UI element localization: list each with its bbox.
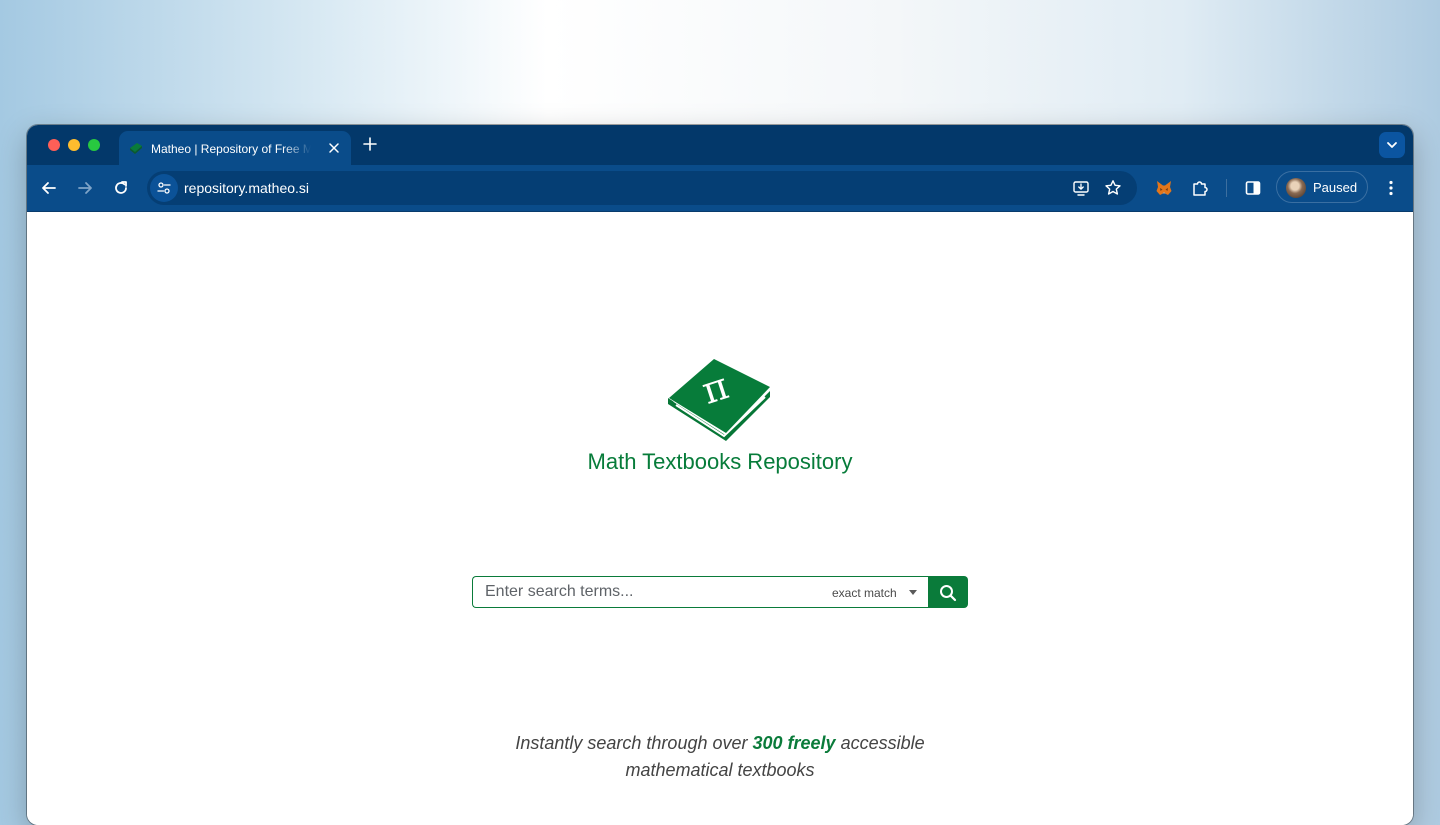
window-close-button[interactable] — [48, 139, 60, 151]
metamask-fox-icon[interactable] — [1154, 178, 1174, 198]
page-content: π Math Textbooks Repository exact match … — [27, 212, 1413, 825]
search-button[interactable] — [928, 576, 968, 608]
window-minimize-button[interactable] — [68, 139, 80, 151]
url-text[interactable]: repository.matheo.si — [184, 180, 309, 196]
tab-title: Matheo | Repository of Free Mathematical… — [151, 142, 311, 156]
extensions-puzzle-icon[interactable] — [1190, 178, 1210, 198]
search-form: exact match — [472, 576, 968, 608]
search-icon — [940, 585, 957, 602]
browser-toolbar: repository.matheo.si Paused — [27, 165, 1413, 212]
address-bar[interactable]: repository.matheo.si — [147, 171, 1137, 205]
install-app-icon[interactable] — [1072, 179, 1090, 197]
pi-book-icon[interactable]: π — [664, 357, 774, 445]
active-tab[interactable]: Matheo | Repository of Free Mathematical… — [119, 131, 351, 165]
window-maximize-button[interactable] — [88, 139, 100, 151]
avatar — [1286, 178, 1306, 198]
site-info-icon — [157, 182, 171, 194]
tagline-part2: accessible — [835, 733, 925, 753]
new-tab-plus-icon[interactable] — [363, 137, 377, 151]
tab-search-chevron-icon — [1387, 142, 1397, 148]
side-panel-icon[interactable] — [1243, 178, 1263, 198]
tagline-line2: mathematical textbooks — [625, 760, 815, 780]
tab-search-button[interactable] — [1379, 132, 1405, 158]
favicon-book-icon — [130, 143, 142, 154]
site-info-button[interactable] — [150, 174, 178, 202]
browser-window: Matheo | Repository of Free Mathematical… — [27, 125, 1413, 825]
tab-strip: Matheo | Repository of Free Mathematical… — [27, 125, 1413, 165]
back-icon[interactable] — [39, 178, 59, 198]
site-title[interactable]: Math Textbooks Repository — [27, 448, 1413, 476]
tagline-highlight: 300 freely — [752, 733, 836, 753]
forward-icon[interactable] — [75, 178, 95, 198]
tagline-part1: Instantly search through over — [515, 733, 753, 753]
match-mode-select[interactable]: exact match — [832, 585, 897, 601]
profile-status-label: Paused — [1313, 180, 1358, 195]
caret-down-icon[interactable] — [909, 590, 917, 595]
tagline: Instantly search through over 300 freely… — [27, 730, 1413, 784]
tab-close-icon[interactable] — [328, 142, 340, 154]
toolbar-divider — [1226, 179, 1227, 197]
bookmark-star-icon[interactable] — [1104, 179, 1122, 197]
profile-button[interactable]: Paused — [1276, 171, 1368, 203]
kebab-menu-icon[interactable] — [1381, 178, 1401, 198]
reload-icon[interactable] — [111, 178, 131, 198]
